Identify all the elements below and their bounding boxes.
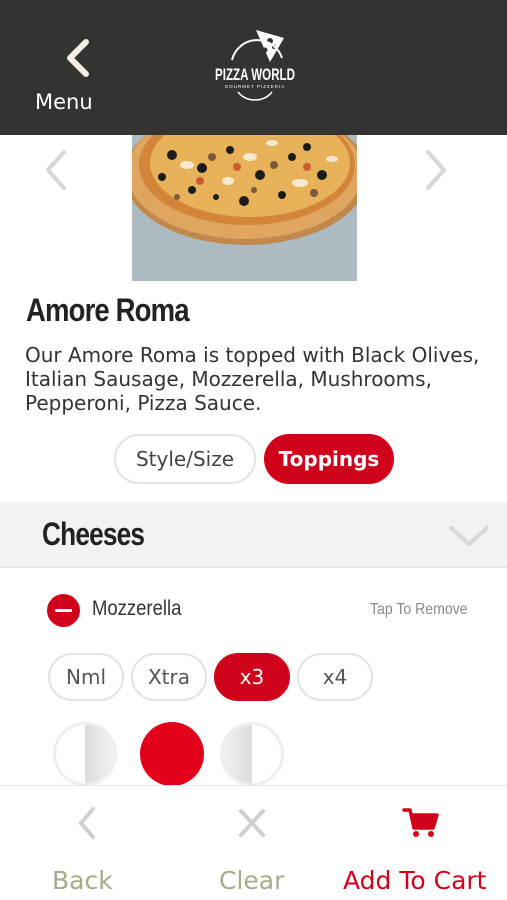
logo-text: PIZZA WORLD (215, 65, 295, 84)
remove-topping-button[interactable] (47, 594, 80, 627)
tap-to-remove-hint: Tap To Remove (370, 601, 468, 618)
bottom-action-bar: Back Clear Add To Cart (0, 785, 507, 900)
pizza-world-logo: PIZZA WORLD GOURMET PIZZERIA (215, 30, 295, 101)
x-icon (239, 809, 265, 837)
back-label: Back (52, 866, 113, 895)
logo-subtext: GOURMET PIZZERIA (225, 84, 285, 89)
portion-left-half-button[interactable] (53, 722, 117, 786)
product-title: Amore Roma (26, 292, 190, 328)
carousel-prev-button[interactable] (40, 148, 72, 192)
clear-label: Clear (219, 866, 285, 895)
product-description: Our Amore Roma is topped with Black Oliv… (25, 343, 480, 415)
menu-back-button[interactable]: Menu (30, 28, 110, 118)
tab-toppings[interactable]: Toppings (264, 434, 394, 484)
section-title: Cheeses (42, 516, 145, 552)
minus-icon (55, 609, 72, 612)
cheeses-section-header[interactable]: Cheeses (0, 502, 507, 568)
chevron-down-icon (449, 526, 489, 546)
quantity-x3-button[interactable]: x3 (214, 653, 290, 701)
tab-style-size[interactable]: Style/Size (114, 434, 256, 484)
quantity-nml-button[interactable]: Nml (48, 653, 124, 701)
chevron-left-icon (79, 807, 95, 839)
quantity-x4-button[interactable]: x4 (297, 653, 373, 701)
app-header: Menu PIZZA WORLD GOURMET PIZZERIA (0, 0, 507, 135)
topping-name: Mozzerella (92, 597, 182, 620)
add-to-cart-button[interactable]: Add To Cart (335, 786, 507, 900)
product-image (132, 135, 357, 281)
back-button[interactable]: Back (40, 786, 140, 900)
portion-right-half-button[interactable] (220, 722, 284, 786)
clear-button[interactable]: Clear (205, 786, 305, 900)
carousel-next-button[interactable] (420, 148, 452, 192)
shopping-cart-icon (402, 808, 439, 837)
add-to-cart-label: Add To Cart (343, 866, 487, 895)
quantity-xtra-button[interactable]: Xtra (131, 653, 207, 701)
chevron-left-icon (67, 39, 89, 77)
portion-whole-button[interactable] (140, 722, 204, 786)
menu-label: Menu (35, 90, 93, 114)
